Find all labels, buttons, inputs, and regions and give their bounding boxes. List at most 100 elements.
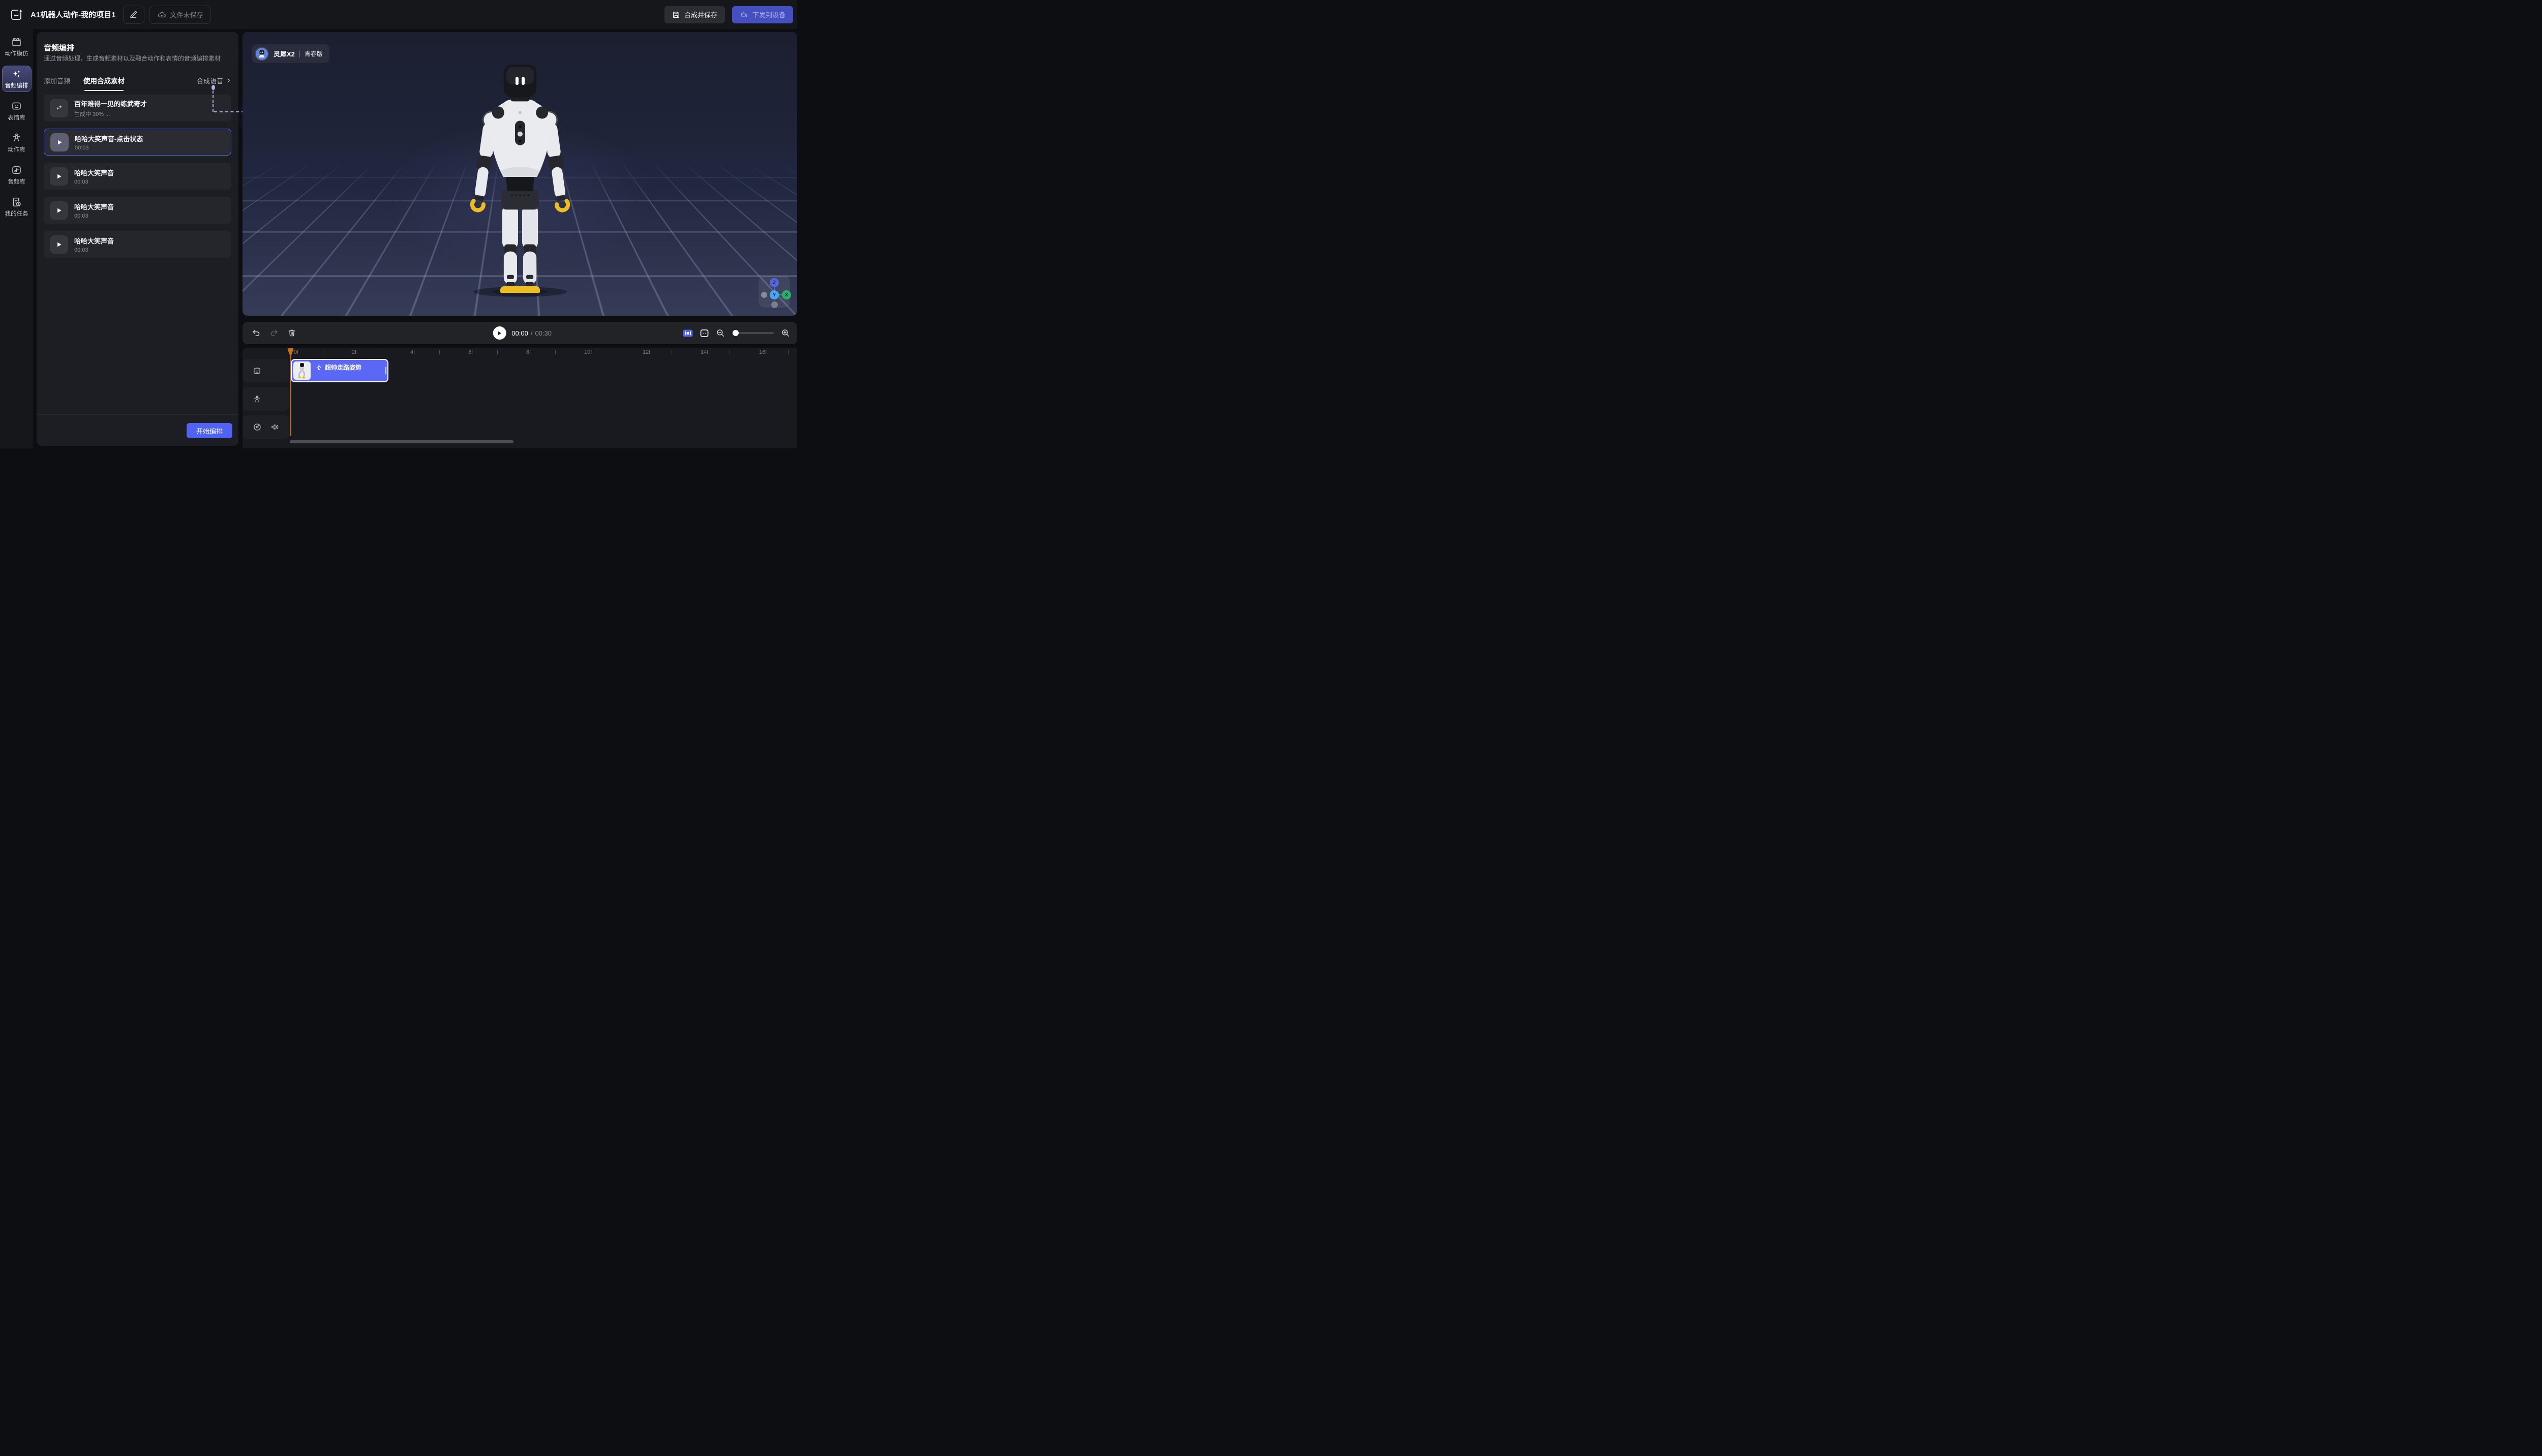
play-button[interactable] xyxy=(50,133,69,151)
guide-anchor-dot xyxy=(211,85,215,90)
audio-material-list: 百年难得一见的练武奇才 生成中 30% ... 哈哈大笑声音-点击状态 00:0… xyxy=(44,95,231,258)
cloud-icon xyxy=(157,10,166,19)
audio-item-title: 哈哈大笑声音 xyxy=(74,168,114,177)
track-header-action xyxy=(243,387,289,411)
guide-connector-vertical xyxy=(213,90,214,112)
axis-negative-x-handle[interactable] xyxy=(761,292,767,298)
timeline-horizontal-scrollbar[interactable] xyxy=(290,440,513,443)
play-button[interactable] xyxy=(50,167,68,186)
sidebar-item-label: 动作模仿 xyxy=(5,49,28,57)
tab-add-audio[interactable]: 添加音频 xyxy=(44,76,70,85)
fit-clip-icon[interactable] xyxy=(683,329,693,338)
sidebar-item-motion-library[interactable]: 动作库 xyxy=(2,130,32,156)
clip-trim-handle-right[interactable] xyxy=(385,367,386,375)
rename-project-button[interactable] xyxy=(123,6,144,24)
sidebar-item-label: 音频编排 xyxy=(5,81,28,89)
audio-item[interactable]: 哈哈大笑声音 00:03 xyxy=(44,163,231,190)
ruler-label: 0f xyxy=(294,349,298,355)
zoom-out-icon[interactable] xyxy=(716,328,725,338)
audio-item-duration: 00:03 xyxy=(74,179,114,185)
undo-icon[interactable] xyxy=(252,328,261,338)
sidebar-item-expression-library[interactable]: 表情库 xyxy=(2,98,32,124)
robot-face-icon xyxy=(253,367,261,375)
person-icon xyxy=(11,133,22,143)
start-arrange-button[interactable]: 开始编排 xyxy=(187,423,232,438)
delete-icon[interactable] xyxy=(287,328,296,338)
person-icon xyxy=(253,395,261,404)
sidebar-item-label: 表情库 xyxy=(8,113,25,122)
sidebar-item-motion-mimic[interactable]: 动作模仿 xyxy=(2,34,32,60)
fit-width-icon[interactable] xyxy=(700,329,709,338)
audio-item[interactable]: 哈哈大笑声音 00:03 xyxy=(44,197,231,224)
zoom-in-icon[interactable] xyxy=(781,328,790,338)
play-button[interactable] xyxy=(50,235,68,254)
audio-item-meta: 哈哈大笑声音 00:03 xyxy=(74,236,114,253)
playback-center: 00:00 / 00:30 xyxy=(493,322,552,344)
model-variant: 青春版 xyxy=(305,49,323,58)
synthesize-save-button[interactable]: 合成并保存 xyxy=(664,6,725,23)
redo-icon[interactable] xyxy=(269,328,279,338)
audio-item[interactable]: 哈哈大笑声音 00:03 xyxy=(44,231,231,258)
audio-item-title: 百年难得一见的练武奇才 xyxy=(74,99,147,108)
timeline-zoom-slider[interactable] xyxy=(732,332,774,334)
robot-right-leg xyxy=(517,204,539,296)
audio-item-generating[interactable]: 百年难得一见的练武奇才 生成中 30% ... xyxy=(44,95,231,122)
model-name: 灵犀X2 xyxy=(274,49,295,58)
face-screen-icon xyxy=(11,101,22,111)
music-library-icon xyxy=(11,165,22,175)
clip-trim-handle-left[interactable] xyxy=(293,367,294,375)
app-window: A1机器人动作-我的项目1 文件未保存 合成并保存 xyxy=(0,0,797,448)
speaker-icon[interactable] xyxy=(270,422,280,432)
robot-avatar xyxy=(255,47,269,61)
ruler-label: 6f xyxy=(468,349,473,355)
ruler-label: 4f xyxy=(410,349,415,355)
app-logo-icon xyxy=(10,8,23,21)
audio-item-meta: 哈哈大笑声音 00:03 xyxy=(74,168,114,185)
motion-clip[interactable]: 超帅走路姿势 xyxy=(291,359,388,382)
topbar-actions: 合成并保存 下发到设备 xyxy=(664,6,793,23)
deploy-to-device-button[interactable]: 下发到设备 xyxy=(732,6,793,23)
guide-connector-horizontal xyxy=(214,111,245,112)
audio-item-meta: 哈哈大笑声音 00:03 xyxy=(74,202,114,219)
zoom-controls xyxy=(683,322,790,344)
timeline-panel[interactable]: 0f 2f 4f 6f 8f 10f 12f 14f 16f xyxy=(243,348,797,448)
axis-gizmo[interactable]: Z Y X xyxy=(759,276,790,308)
audio-item-duration: 00:03 xyxy=(74,213,114,219)
edit-controls xyxy=(252,322,296,344)
axis-z-handle[interactable]: Z xyxy=(770,278,779,287)
play-icon xyxy=(55,173,63,180)
tab-use-synth-material[interactable]: 使用合成素材 xyxy=(83,75,125,85)
panel-tabs: 添加音频 使用合成素材 合成语音 xyxy=(44,73,231,88)
task-list-icon xyxy=(11,197,22,207)
sidebar-item-audio-library[interactable]: 音频库 xyxy=(2,162,32,188)
play-icon xyxy=(497,330,502,336)
axis-x-handle[interactable]: X xyxy=(782,290,791,299)
deploy-label: 下发到设备 xyxy=(752,10,785,19)
sparkles-icon xyxy=(11,69,22,79)
module-sidebar: 动作模仿 音频编排 表情库 动作库 xyxy=(0,29,33,448)
humanoid-robot-model[interactable] xyxy=(451,64,589,298)
sparkles-icon xyxy=(54,104,64,113)
clapperboard-icon xyxy=(11,37,22,47)
zoom-slider-thumb[interactable] xyxy=(733,330,739,336)
play-button[interactable] xyxy=(50,201,68,220)
sidebar-item-audio-arrange[interactable]: 音频编排 xyxy=(2,66,32,92)
audio-item-selected[interactable]: 哈哈大笑声音-点击状态 00:03 xyxy=(44,129,231,156)
file-save-status[interactable]: 文件未保存 xyxy=(149,6,211,24)
sidebar-item-label: 动作库 xyxy=(8,145,25,154)
synthesize-voice-label: 合成语音 xyxy=(197,76,223,85)
time-separator: / xyxy=(531,329,533,337)
ruler-tick xyxy=(439,350,440,354)
panel-footer: 开始编排 xyxy=(37,414,238,446)
dial-icon[interactable] xyxy=(253,422,262,432)
axis-y-handle[interactable]: Y xyxy=(770,290,779,299)
audio-item-duration: 00:03 xyxy=(74,247,114,253)
pencil-icon xyxy=(129,10,138,19)
sidebar-item-my-tasks[interactable]: 我的任务 xyxy=(2,194,32,220)
axis-negative-z-handle[interactable] xyxy=(771,301,778,308)
synthesize-voice-link[interactable]: 合成语音 xyxy=(197,76,231,85)
total-time: 00:30 xyxy=(535,329,552,337)
play-button[interactable] xyxy=(493,326,506,340)
project-title: A1机器人动作-我的项目1 xyxy=(31,9,116,20)
robot-3d-viewport[interactable]: 灵犀X2 青春版 Z Y X xyxy=(243,32,797,316)
